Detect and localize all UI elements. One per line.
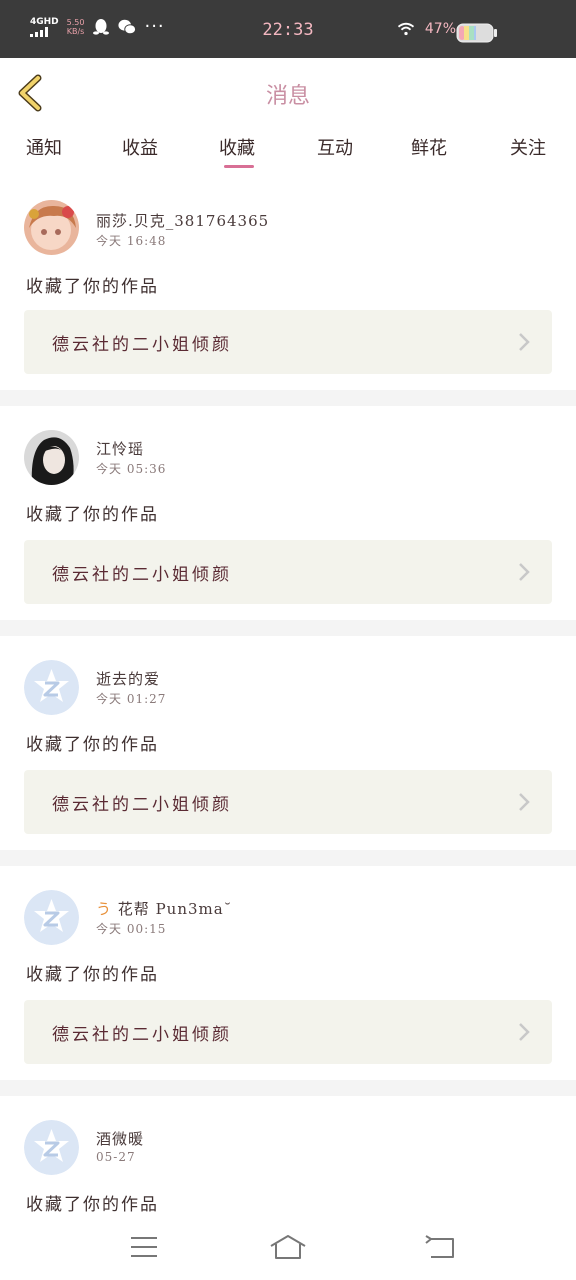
action-text: 收藏了你的作品 bbox=[26, 1195, 159, 1215]
status-right: 47% bbox=[397, 20, 456, 38]
user-name[interactable]: 丽莎.贝克_381764365 bbox=[96, 210, 269, 231]
message-time: 今天 05:36 bbox=[96, 462, 167, 476]
work-link[interactable]: 德云社的二小姐倾颜 bbox=[24, 310, 552, 374]
tab-follow[interactable]: 关注 bbox=[510, 134, 546, 160]
anime-girl-avatar-icon bbox=[24, 200, 79, 255]
message-card: 江怜瑶 今天 05:36 收藏了你的作品 德云社的二小姐倾颜 bbox=[0, 406, 576, 620]
user-name-prefix: う bbox=[96, 900, 113, 918]
avatar[interactable] bbox=[24, 1120, 79, 1175]
back-icon bbox=[425, 1235, 454, 1258]
action-text: 收藏了你的作品 bbox=[26, 505, 159, 525]
user-name[interactable]: 江怜瑶 bbox=[96, 438, 144, 459]
user-name[interactable]: 逝去的爱 bbox=[96, 668, 160, 689]
user-name[interactable]: う 花帮 Pun3ma˘ bbox=[96, 898, 232, 919]
battery-percent: 47% bbox=[424, 21, 456, 37]
tab-favorites[interactable]: 收藏 bbox=[219, 134, 255, 160]
action-text: 收藏了你的作品 bbox=[26, 277, 159, 297]
user-name[interactable]: 酒微暖 bbox=[96, 1128, 144, 1149]
divider bbox=[0, 850, 576, 866]
message-card: 逝去的爱 今天 01:27 收藏了你的作品 德云社的二小姐倾颜 bbox=[0, 636, 576, 850]
default-avatar-icon bbox=[24, 660, 79, 715]
default-avatar-icon bbox=[24, 1120, 79, 1175]
chevron-right-icon bbox=[519, 1023, 530, 1041]
battery-icon bbox=[456, 23, 498, 47]
work-title: 德云社的二小姐倾颜 bbox=[52, 795, 232, 815]
message-time: 今天 01:27 bbox=[96, 692, 167, 706]
avatar[interactable] bbox=[24, 200, 79, 255]
divider bbox=[0, 620, 576, 636]
work-link[interactable]: 德云社的二小姐倾颜 bbox=[24, 1000, 552, 1064]
message-card: う 花帮 Pun3ma˘ 今天 00:15 收藏了你的作品 德云社的二小姐倾颜 bbox=[0, 866, 576, 1080]
chevron-right-icon bbox=[519, 333, 530, 351]
work-title: 德云社的二小姐倾颜 bbox=[52, 1025, 232, 1045]
avatar[interactable] bbox=[24, 430, 79, 485]
divider bbox=[0, 390, 576, 406]
default-avatar-icon bbox=[24, 890, 79, 945]
action-text: 收藏了你的作品 bbox=[26, 965, 159, 985]
message-card: 酒微暖 05-27 收藏了你的作品 bbox=[0, 1096, 576, 1222]
girl-photo-avatar-icon bbox=[24, 430, 79, 485]
menu-icon bbox=[131, 1237, 157, 1257]
app-header: 消息 bbox=[0, 58, 576, 129]
user-name-text: 花帮 Pun3ma˘ bbox=[117, 900, 233, 918]
back-nav-button[interactable] bbox=[420, 1232, 460, 1262]
chevron-right-icon bbox=[519, 793, 530, 811]
tab-earnings[interactable]: 收益 bbox=[122, 134, 158, 160]
tab-interaction[interactable]: 互动 bbox=[317, 134, 353, 160]
menu-button[interactable] bbox=[124, 1232, 164, 1262]
work-title: 德云社的二小姐倾颜 bbox=[52, 335, 232, 355]
chevron-right-icon bbox=[519, 563, 530, 581]
message-time: 今天 00:15 bbox=[96, 922, 167, 936]
message-time: 05-27 bbox=[96, 1150, 136, 1164]
divider bbox=[0, 1080, 576, 1096]
work-link[interactable]: 德云社的二小姐倾颜 bbox=[24, 770, 552, 834]
active-tab-indicator bbox=[224, 165, 254, 168]
message-time: 今天 16:48 bbox=[96, 234, 167, 248]
avatar[interactable] bbox=[24, 660, 79, 715]
status-bar: 4GHD 5.50 KB/s ··· 22:33 47% bbox=[0, 0, 576, 58]
home-button[interactable] bbox=[268, 1232, 308, 1262]
tab-notice[interactable]: 通知 bbox=[26, 134, 62, 160]
page-title: 消息 bbox=[265, 84, 310, 109]
work-link[interactable]: 德云社的二小姐倾颜 bbox=[24, 540, 552, 604]
message-card: 丽莎.贝克_381764365 今天 16:48 收藏了你的作品 德云社的二小姐… bbox=[0, 178, 576, 390]
work-title: 德云社的二小姐倾颜 bbox=[52, 565, 232, 585]
avatar[interactable] bbox=[24, 890, 79, 945]
home-icon bbox=[270, 1235, 306, 1259]
system-nav-bar bbox=[0, 1222, 576, 1280]
wifi-icon bbox=[397, 20, 415, 38]
action-text: 收藏了你的作品 bbox=[26, 735, 159, 755]
tab-flowers[interactable]: 鲜花 bbox=[411, 134, 447, 160]
tab-bar: 通知 收益 收藏 互动 鲜花 关注 bbox=[0, 128, 576, 178]
